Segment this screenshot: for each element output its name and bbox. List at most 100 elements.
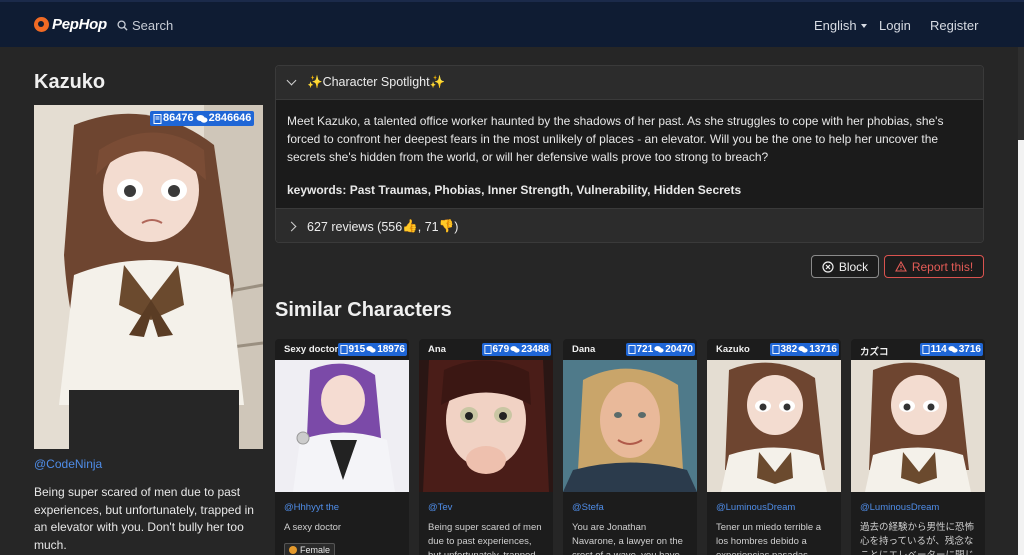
spotlight-title: ✨Character Spotlight✨ <box>307 75 446 89</box>
card-stats-badge: 915 18976 <box>337 343 407 356</box>
block-button[interactable]: Block <box>811 255 879 278</box>
message-count: 2846646 <box>208 112 252 124</box>
reviews-toggle[interactable]: 627 reviews (556 👍 , 71 👎 ) <box>276 208 983 242</box>
chat-bubbles-icon <box>798 346 808 353</box>
login-link[interactable]: Login <box>879 18 911 33</box>
kazuko-jp-illustration <box>851 360 985 492</box>
circle-x-icon <box>822 260 834 273</box>
card-header: カズコ 114 3716 <box>851 339 985 360</box>
report-button[interactable]: Report this! <box>884 255 984 278</box>
document-icon <box>771 345 780 354</box>
card-chat-count: 114 <box>930 344 947 355</box>
thumb-up-icon: 👍 <box>402 219 418 233</box>
card-stats-badge: 679 23488 <box>481 343 551 356</box>
card-message-count: 20470 <box>665 344 693 355</box>
chat-count: 86476 <box>163 112 194 124</box>
card-creator-link[interactable]: @Hhhyyt the <box>284 502 339 513</box>
anime-girl-illustration <box>419 360 553 492</box>
card-message-count: 13716 <box>809 344 837 355</box>
warning-triangle-icon <box>894 261 907 272</box>
brand-logo[interactable]: PepHop <box>34 16 107 33</box>
thumb-down-icon: 👎 <box>438 219 455 233</box>
logo-icon <box>34 17 49 32</box>
similar-card-kazuko[interactable]: Kazuko 382 13716 @LuminousDream Tener un… <box>707 339 841 555</box>
card-stats-badge: 721 20470 <box>625 343 695 356</box>
woman-photo-illustration <box>563 360 697 492</box>
chevron-down-icon <box>286 75 297 86</box>
card-name: Kazuko <box>716 344 750 355</box>
character-stats-badge: 86476 2846646 <box>150 111 255 126</box>
card-header: Dana 721 20470 <box>563 339 697 360</box>
register-link[interactable]: Register <box>930 18 978 33</box>
chevron-down-icon <box>860 24 867 28</box>
document-icon <box>339 345 348 354</box>
reviews-suffix: ) <box>454 219 459 234</box>
search-label: Search <box>132 18 174 33</box>
document-icon <box>153 113 162 124</box>
reviews-mid: , 71 <box>417 219 439 234</box>
card-header: Kazuko 382 13716 <box>707 339 841 360</box>
card-description: Being super scared of men due to past ex… <box>428 522 542 555</box>
similar-characters-heading: Similar Characters <box>275 299 452 321</box>
card-header: Ana 679 23488 <box>419 339 553 360</box>
card-stats-badge: 114 3716 <box>919 343 983 356</box>
similar-card-kazuko-jp[interactable]: カズコ 114 3716 @LuminousDream 過去の経験から男性に恐怖… <box>851 339 985 555</box>
card-creator-link[interactable]: @Tev <box>428 502 452 513</box>
language-dropdown[interactable]: English <box>814 18 867 33</box>
gender-icon <box>289 546 297 554</box>
spotlight-toggle[interactable]: ✨Character Spotlight✨ <box>276 66 983 100</box>
card-name: Dana <box>572 344 596 355</box>
card-creator-link[interactable]: @LuminousDream <box>860 502 939 513</box>
search-link[interactable]: Search <box>117 18 173 33</box>
doctor-illustration <box>275 360 409 492</box>
language-label: English <box>814 18 857 33</box>
portrait-illustration <box>34 105 263 449</box>
chat-bubbles-icon <box>196 114 208 123</box>
top-navbar: PepHop Search English Login Register <box>0 0 1024 47</box>
kazuko-illustration <box>707 360 841 492</box>
similar-card-dana[interactable]: Dana 721 20470 @Stefa You are Jonathan N… <box>563 339 697 555</box>
similar-card-sexy-doctor[interactable]: Sexy doctor 915 18976 @Hhhyyt the A sexy… <box>275 339 409 555</box>
chevron-right-icon <box>286 221 297 232</box>
card-chat-count: 721 <box>636 344 654 355</box>
card-creator-link[interactable]: @LuminousDream <box>716 502 795 513</box>
card-header: Sexy doctor 915 18976 <box>275 339 409 360</box>
card-image <box>851 360 985 492</box>
card-description: You are Jonathan Navarone, a lawyer on t… <box>572 522 683 555</box>
card-message-count: 18976 <box>377 344 405 355</box>
creator-link[interactable]: @CodeNinja <box>34 457 102 471</box>
document-icon <box>627 345 636 354</box>
character-spotlight-panel: ✨Character Spotlight✨ Meet Kazuko, a tal… <box>275 65 984 243</box>
spotlight-text: Meet Kazuko, a talented office worker ha… <box>287 114 944 164</box>
chat-bubbles-icon <box>948 346 958 353</box>
card-image <box>275 360 409 492</box>
spotlight-keywords: keywords: Past Traumas, Phobias, Inner S… <box>287 183 742 197</box>
card-image <box>707 360 841 492</box>
chat-bubbles-icon <box>654 346 664 353</box>
gender-label: Female <box>300 545 331 555</box>
scrollbar-thumb[interactable] <box>1018 140 1024 555</box>
card-chat-count: 915 <box>348 344 366 355</box>
card-name: Ana <box>428 344 446 355</box>
card-chat-count: 382 <box>780 344 798 355</box>
card-message-count: 3716 <box>958 344 981 355</box>
search-icon <box>117 20 128 31</box>
brand-name: PepHop <box>52 16 107 33</box>
card-description: A sexy doctor <box>284 522 342 533</box>
card-stats-badge: 382 13716 <box>769 343 839 356</box>
card-name: Sexy doctor <box>284 344 339 355</box>
card-message-count: 23488 <box>521 344 549 355</box>
gender-tag: Female <box>284 543 336 555</box>
report-label: Report this! <box>911 259 974 274</box>
chat-bubbles-icon <box>366 346 376 353</box>
card-name: カズコ <box>860 347 889 358</box>
similar-card-ana[interactable]: Ana 679 23488 @Tev Being super scared of… <box>419 339 553 555</box>
chat-bubbles-icon <box>510 346 520 353</box>
card-image <box>563 360 697 492</box>
spotlight-body: Meet Kazuko, a talented office worker ha… <box>276 100 983 199</box>
document-icon <box>483 345 492 354</box>
character-description: Being super scared of men due to past ex… <box>34 485 254 552</box>
card-creator-link[interactable]: @Stefa <box>572 502 604 513</box>
card-image <box>419 360 553 492</box>
card-description: 過去の経験から男性に恐怖心を持っているが、残念なことにエレベーターに閉じ <box>860 522 975 555</box>
